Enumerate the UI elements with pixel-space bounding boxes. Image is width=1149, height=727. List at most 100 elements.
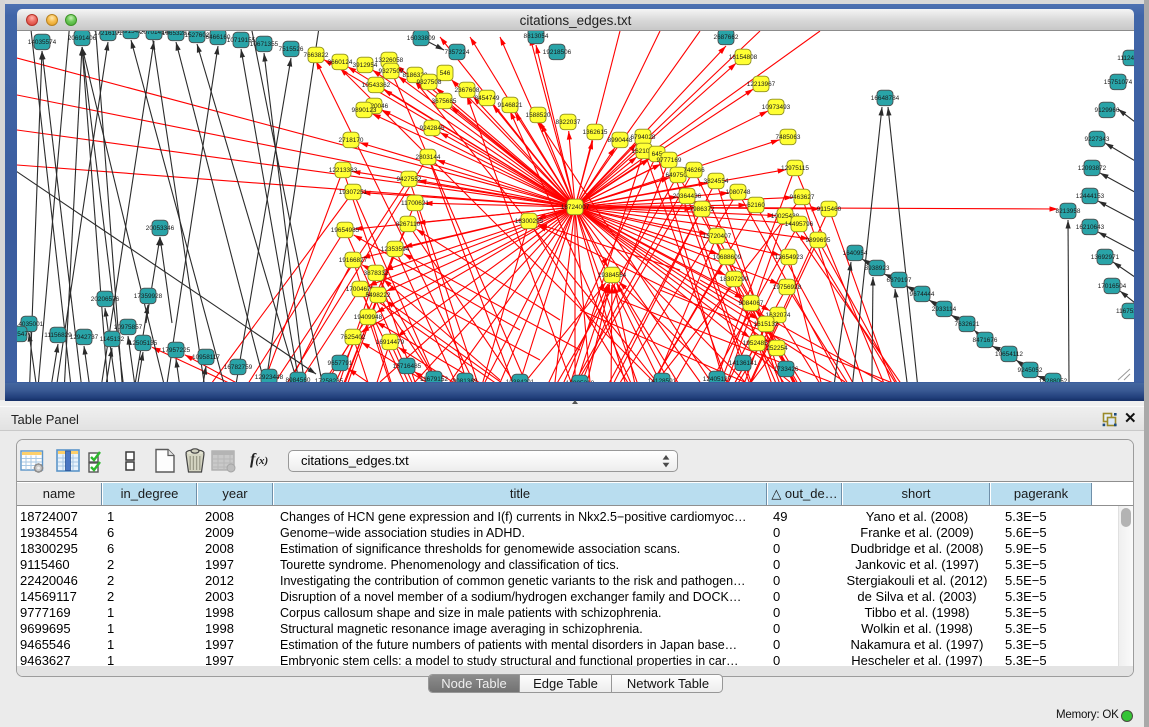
svg-text:1145132: 1145132 bbox=[100, 336, 125, 343]
svg-text:12923448: 12923448 bbox=[255, 374, 284, 381]
svg-text:11156829: 11156829 bbox=[44, 332, 72, 339]
svg-text:12213383: 12213383 bbox=[329, 167, 358, 174]
svg-text:16033809: 16033809 bbox=[407, 35, 436, 42]
svg-text:12093872: 12093872 bbox=[1078, 165, 1107, 172]
svg-text:7515526: 7515526 bbox=[279, 46, 304, 53]
svg-text:16095218: 16095218 bbox=[566, 380, 595, 382]
svg-text:9129966: 9129966 bbox=[1095, 107, 1120, 114]
svg-text:9890123: 9890123 bbox=[352, 107, 377, 114]
svg-text:18300295: 18300295 bbox=[515, 218, 544, 225]
svg-text:14128591: 14128591 bbox=[648, 378, 677, 382]
svg-text:9899695: 9899695 bbox=[806, 237, 831, 244]
svg-text:16914479: 16914479 bbox=[376, 339, 405, 346]
svg-text:5498222: 5498222 bbox=[366, 292, 391, 299]
svg-text:19218506: 19218506 bbox=[543, 49, 572, 56]
svg-text:13692971: 13692971 bbox=[1091, 254, 1120, 261]
svg-text:18724007: 18724007 bbox=[561, 204, 590, 211]
svg-text:12353594: 12353594 bbox=[381, 246, 410, 253]
svg-text:15716485: 15716485 bbox=[393, 363, 422, 370]
svg-text:14495796: 14495796 bbox=[785, 221, 814, 228]
svg-text:2687662: 2687662 bbox=[714, 34, 739, 41]
svg-text:3660124: 3660124 bbox=[328, 59, 353, 66]
svg-text:8213958: 8213958 bbox=[1056, 208, 1081, 215]
svg-text:9327508: 9327508 bbox=[417, 79, 442, 86]
svg-text:9463627: 9463627 bbox=[790, 194, 815, 201]
svg-text:11675338: 11675338 bbox=[1116, 308, 1134, 315]
svg-text:19654985: 19654985 bbox=[331, 227, 360, 234]
svg-text:9327509: 9327509 bbox=[379, 68, 404, 75]
svg-text:20053346: 20053346 bbox=[146, 225, 175, 232]
svg-text:62160: 62160 bbox=[747, 202, 765, 209]
svg-text:2933114: 2933114 bbox=[932, 306, 957, 313]
svg-text:17016504: 17016504 bbox=[1098, 283, 1127, 290]
svg-text:20206576: 20206576 bbox=[91, 296, 120, 303]
svg-text:9427552: 9427552 bbox=[397, 176, 422, 183]
svg-text:6794028: 6794028 bbox=[631, 134, 656, 141]
svg-text:8322037: 8322037 bbox=[556, 119, 581, 126]
svg-text:6879197: 6879197 bbox=[887, 277, 912, 284]
svg-text:10973493: 10973493 bbox=[762, 104, 791, 111]
svg-text:9081369: 9081369 bbox=[453, 378, 478, 382]
svg-text:19409948: 19409948 bbox=[354, 314, 383, 321]
svg-text:9146821: 9146821 bbox=[498, 102, 523, 109]
svg-text:9657791: 9657791 bbox=[328, 360, 353, 367]
svg-text:9227343: 9227343 bbox=[1085, 136, 1110, 143]
svg-text:11700621: 11700621 bbox=[401, 200, 429, 207]
svg-text:7625402: 7625402 bbox=[341, 334, 366, 341]
svg-text:13654923: 13654923 bbox=[775, 254, 804, 261]
svg-text:8267110: 8267110 bbox=[396, 221, 421, 228]
svg-text:3824554: 3824554 bbox=[704, 178, 729, 185]
svg-text:14136141: 14136141 bbox=[729, 360, 758, 367]
svg-text:20691406: 20691406 bbox=[68, 35, 97, 42]
svg-text:19307251: 19307251 bbox=[339, 189, 368, 196]
svg-text:1362615: 1362615 bbox=[583, 129, 608, 136]
svg-text:15751074: 15751074 bbox=[1104, 79, 1133, 86]
svg-text:9674444: 9674444 bbox=[910, 291, 935, 298]
svg-text:19166827: 19166827 bbox=[339, 257, 368, 264]
svg-text:746266: 746266 bbox=[683, 167, 705, 174]
svg-text:7986372: 7986372 bbox=[690, 206, 715, 213]
svg-text:10671355: 10671355 bbox=[250, 41, 279, 48]
svg-text:10975857: 10975857 bbox=[114, 324, 143, 331]
svg-text:2718170: 2718170 bbox=[339, 137, 364, 144]
svg-text:10688609: 10688609 bbox=[713, 254, 742, 261]
svg-text:10384201: 10384201 bbox=[506, 379, 535, 382]
svg-text:7663822: 7663822 bbox=[304, 52, 329, 59]
svg-text:1615132: 1615132 bbox=[754, 321, 779, 328]
svg-text:546: 546 bbox=[440, 70, 451, 77]
svg-text:9777169: 9777169 bbox=[657, 157, 682, 164]
svg-text:12942737: 12942737 bbox=[70, 334, 99, 341]
svg-text:8990448: 8990448 bbox=[608, 137, 633, 144]
svg-text:1588520: 1588520 bbox=[526, 112, 551, 119]
svg-text:2803144: 2803144 bbox=[416, 154, 441, 161]
svg-text:10654112: 10654112 bbox=[995, 351, 1023, 358]
svg-text:14035574: 14035574 bbox=[28, 39, 57, 46]
svg-text:8938923: 8938923 bbox=[865, 265, 890, 272]
svg-text:12405127: 12405127 bbox=[703, 376, 732, 382]
svg-text:9915470: 9915470 bbox=[17, 331, 32, 338]
svg-text:10958117: 10958117 bbox=[192, 354, 220, 361]
svg-text:8471676: 8471676 bbox=[973, 337, 998, 344]
svg-text:3675685: 3675685 bbox=[432, 98, 457, 105]
svg-text:18288052: 18288052 bbox=[1039, 378, 1068, 382]
svg-text:20364436: 20364436 bbox=[673, 193, 702, 200]
svg-text:1640954: 1640954 bbox=[843, 250, 868, 257]
svg-text:7357224: 7357224 bbox=[445, 49, 470, 56]
svg-text:19384554: 19384554 bbox=[598, 272, 627, 279]
svg-text:12444153: 12444153 bbox=[1076, 193, 1105, 200]
svg-text:17258235: 17258235 bbox=[315, 378, 344, 382]
svg-text:19756928: 19756928 bbox=[773, 284, 802, 291]
svg-text:3878332: 3878332 bbox=[364, 270, 389, 277]
svg-text:16210643: 16210643 bbox=[1076, 224, 1105, 231]
svg-text:7632621: 7632621 bbox=[955, 321, 980, 328]
svg-text:17359928: 17359928 bbox=[134, 293, 163, 300]
svg-text:1080748: 1080748 bbox=[726, 189, 751, 196]
svg-text:15720407: 15720407 bbox=[703, 233, 732, 240]
svg-text:11679152: 11679152 bbox=[420, 376, 448, 382]
svg-text:1733426: 1733426 bbox=[774, 366, 799, 373]
svg-text:16648784: 16648784 bbox=[871, 95, 900, 102]
svg-text:9242845: 9242845 bbox=[420, 125, 445, 132]
svg-text:252254: 252254 bbox=[766, 345, 788, 352]
svg-text:16782759: 16782759 bbox=[224, 364, 253, 371]
svg-text:9245052: 9245052 bbox=[1018, 367, 1043, 374]
